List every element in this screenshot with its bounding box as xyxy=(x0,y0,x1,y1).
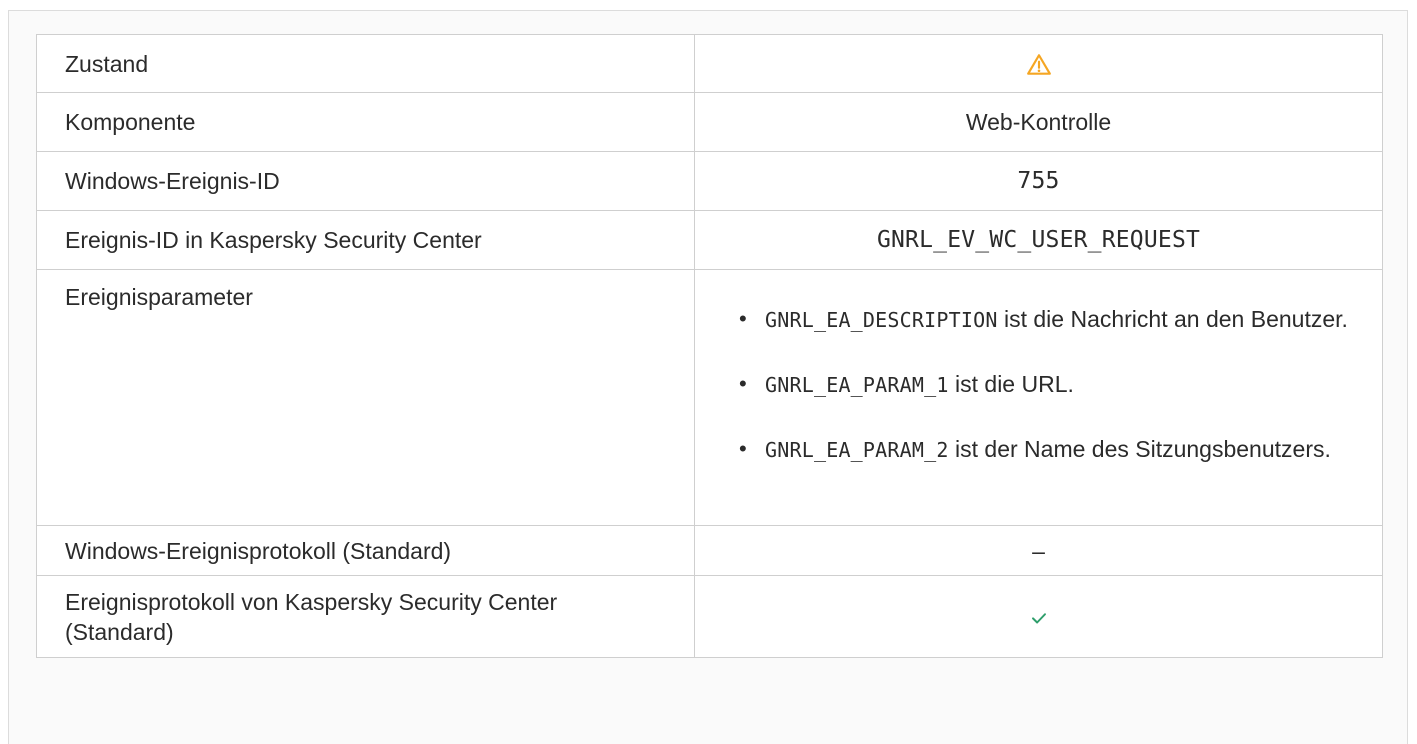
table-row: Komponente Web-Kontrolle xyxy=(36,92,1383,152)
table-row: Ereignisparameter • GNRL_EA_DESCRIPTION i… xyxy=(36,269,1383,526)
row-label: Zustand xyxy=(36,34,695,93)
windows-event-id-value: 755 xyxy=(694,151,1383,211)
event-info-table: Zustand Komponente Web-Kontrolle Windows… xyxy=(36,34,1383,658)
table-row: Ereignis-ID in Kaspersky Security Center… xyxy=(36,210,1383,270)
ksc-log-value xyxy=(694,575,1383,658)
bullet-icon: • xyxy=(739,371,747,396)
event-parameters-value: • GNRL_EA_DESCRIPTION ist die Nachricht a… xyxy=(694,269,1383,526)
list-item: • GNRL_EA_DESCRIPTION ist die Nachricht a… xyxy=(725,302,1352,337)
parameter-list: • GNRL_EA_DESCRIPTION ist die Nachricht a… xyxy=(725,302,1352,467)
parameter-description: ist die URL. xyxy=(948,371,1074,397)
parameter-code: GNRL_EA_DESCRIPTION xyxy=(765,308,998,332)
row-label: Ereignisparameter xyxy=(36,269,695,526)
table-row: Ereignisprotokoll von Kaspersky Security… xyxy=(36,575,1383,658)
table-row: Windows-Ereignis-ID 755 xyxy=(36,151,1383,211)
state-value xyxy=(694,34,1383,93)
row-label: Ereignisprotokoll von Kaspersky Security… xyxy=(36,575,695,658)
warning-triangle-icon xyxy=(1026,54,1051,76)
bullet-icon: • xyxy=(739,306,747,331)
list-item: • GNRL_EA_PARAM_1 ist die URL. xyxy=(725,367,1352,402)
windows-log-value: – xyxy=(694,525,1383,576)
parameter-description: ist der Name des Sitzungsbenutzers. xyxy=(948,436,1331,462)
table-row: Zustand xyxy=(36,34,1383,93)
row-label: Windows-Ereignis-ID xyxy=(36,151,695,211)
ksc-event-id-value: GNRL_EV_WC_USER_REQUEST xyxy=(694,210,1383,270)
parameter-description: ist die Nachricht an den Benutzer. xyxy=(997,306,1348,332)
list-item: • GNRL_EA_PARAM_2 ist der Name des Sitzun… xyxy=(725,432,1352,467)
row-label: Ereignis-ID in Kaspersky Security Center xyxy=(36,210,695,270)
parameter-code: GNRL_EA_PARAM_1 xyxy=(765,373,949,397)
row-label: Komponente xyxy=(36,92,695,152)
bullet-icon: • xyxy=(739,436,747,461)
row-label: Windows-Ereignisprotokoll (Standard) xyxy=(36,525,695,576)
parameter-code: GNRL_EA_PARAM_2 xyxy=(765,438,949,462)
checkmark-icon xyxy=(1031,613,1046,624)
component-value: Web-Kontrolle xyxy=(694,92,1383,152)
table-row: Windows-Ereignisprotokoll (Standard) – xyxy=(36,525,1383,576)
